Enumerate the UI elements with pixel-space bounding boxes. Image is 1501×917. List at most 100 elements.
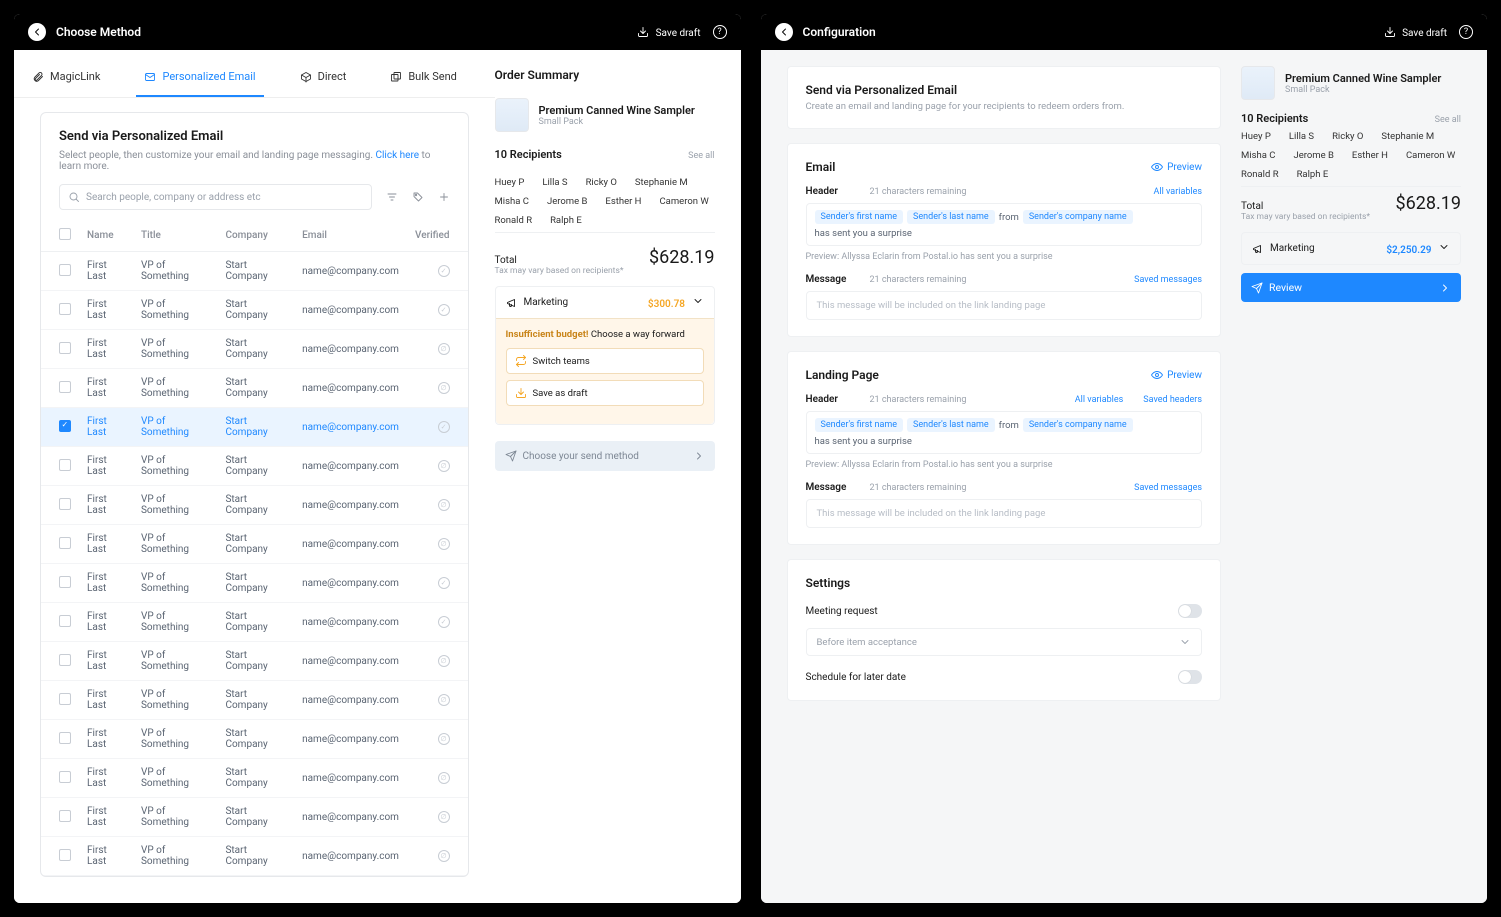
see-all-link[interactable]: See all <box>1435 115 1461 125</box>
account-selector[interactable]: Marketing $300.78 <box>496 287 714 318</box>
row-checkbox[interactable] <box>59 810 71 822</box>
row-checkbox[interactable] <box>59 615 71 627</box>
row-checkbox[interactable] <box>59 264 71 276</box>
table-row[interactable]: First LastVP of SomethingStart Companyna… <box>41 369 468 408</box>
landing-preview-link[interactable]: Preview <box>1151 369 1202 381</box>
saved-headers-link[interactable]: Saved headers <box>1143 395 1202 405</box>
table-row[interactable]: First LastVP of SomethingStart Companyna… <box>41 447 468 486</box>
tab-bulk-send[interactable]: Bulk Send <box>382 60 465 97</box>
row-checkbox[interactable] <box>59 420 71 432</box>
review-button[interactable]: Review <box>1241 273 1461 302</box>
before-acceptance-select[interactable]: Before item acceptance <box>806 628 1203 656</box>
col-company[interactable]: Company <box>217 220 294 252</box>
recipient-chip[interactable]: Stephanie M <box>635 177 688 188</box>
recipient-chip[interactable]: Cameron W <box>659 196 708 207</box>
row-checkbox[interactable] <box>59 303 71 315</box>
token[interactable]: Sender's first name <box>815 210 904 224</box>
token[interactable]: Sender's company name <box>1023 210 1133 224</box>
table-row[interactable]: First LastVP of SomethingStart Companyna… <box>41 564 468 603</box>
token[interactable]: Sender's company name <box>1023 418 1133 432</box>
row-checkbox[interactable] <box>59 771 71 783</box>
row-checkbox[interactable] <box>59 537 71 549</box>
meeting-request-toggle[interactable] <box>1178 604 1202 618</box>
table-row[interactable]: First LastVP of SomethingStart Companyna… <box>41 291 468 330</box>
recipient-chip[interactable]: Ricky O <box>586 177 617 188</box>
tab-direct[interactable]: Direct <box>292 60 355 97</box>
search-input[interactable]: Search people, company or address etc <box>59 184 372 210</box>
account-selector[interactable]: Marketing $2,250.29 <box>1242 233 1460 264</box>
schedule-toggle[interactable] <box>1178 670 1202 684</box>
recipient-chip[interactable]: Cameron W <box>1406 150 1455 161</box>
col-name[interactable]: Name <box>79 220 133 252</box>
row-checkbox[interactable] <box>59 498 71 510</box>
recipient-chip[interactable]: Ralph E <box>550 215 582 226</box>
landing-header-input[interactable]: Sender's first name Sender's last name f… <box>806 411 1203 454</box>
see-all-link[interactable]: See all <box>688 151 714 161</box>
recipient-chip[interactable]: Ronald R <box>1241 169 1279 180</box>
recipient-chip[interactable]: Lilla S <box>1289 131 1314 142</box>
recipient-chip[interactable]: Misha C <box>495 196 529 207</box>
recipient-chip[interactable]: Jerome B <box>547 196 587 207</box>
table-row[interactable]: First LastVP of SomethingStart Companyna… <box>41 408 468 447</box>
table-row[interactable]: First LastVP of SomethingStart Companyna… <box>41 837 468 876</box>
save-draft-button[interactable]: Save draft <box>1384 26 1447 39</box>
table-row[interactable]: First LastVP of SomethingStart Companyna… <box>41 642 468 681</box>
recipient-chip[interactable]: Ralph E <box>1297 169 1329 180</box>
table-row[interactable]: First LastVP of SomethingStart Companyna… <box>41 798 468 837</box>
help-icon[interactable]: ? <box>713 25 727 39</box>
switch-teams-option[interactable]: Switch teams <box>506 348 704 374</box>
help-icon[interactable]: ? <box>1459 25 1473 39</box>
back-button[interactable] <box>28 23 46 41</box>
select-all-checkbox[interactable] <box>59 228 71 240</box>
learn-more-link[interactable]: Click here <box>375 150 419 161</box>
email-message-input[interactable]: This message will be included on the lin… <box>806 291 1203 320</box>
saved-messages-link[interactable]: Saved messages <box>1134 483 1202 493</box>
recipient-chip[interactable]: Esther H <box>605 196 641 207</box>
col-title[interactable]: Title <box>133 220 218 252</box>
back-button[interactable] <box>775 23 793 41</box>
row-checkbox[interactable] <box>59 576 71 588</box>
tag-icon[interactable] <box>412 191 424 203</box>
table-row[interactable]: First LastVP of SomethingStart Companyna… <box>41 330 468 369</box>
choose-send-method-button[interactable]: Choose your send method <box>495 441 715 471</box>
row-checkbox[interactable] <box>59 693 71 705</box>
token[interactable]: Sender's last name <box>907 210 995 224</box>
row-checkbox[interactable] <box>59 732 71 744</box>
row-checkbox[interactable] <box>59 654 71 666</box>
table-row[interactable]: First LastVP of SomethingStart Companyna… <box>41 252 468 291</box>
recipient-chip[interactable]: Ricky O <box>1332 131 1363 142</box>
all-variables-link[interactable]: All variables <box>1154 187 1202 197</box>
recipient-chip[interactable]: Jerome B <box>1293 150 1333 161</box>
row-checkbox[interactable] <box>59 381 71 393</box>
recipient-chip[interactable]: Huey P <box>1241 131 1271 142</box>
row-checkbox[interactable] <box>59 342 71 354</box>
token[interactable]: Sender's last name <box>907 418 995 432</box>
filter-icon[interactable] <box>386 191 398 203</box>
token[interactable]: Sender's first name <box>815 418 904 432</box>
tab-magiclink[interactable]: MagicLink <box>24 60 108 97</box>
col-email[interactable]: Email <box>294 220 407 252</box>
email-header-input[interactable]: Sender's first name Sender's last name f… <box>806 203 1203 246</box>
recipient-chip[interactable]: Lilla S <box>542 177 567 188</box>
row-checkbox[interactable] <box>59 849 71 861</box>
save-draft-button[interactable]: Save draft <box>637 26 700 39</box>
table-row[interactable]: First LastVP of SomethingStart Companyna… <box>41 603 468 642</box>
table-row[interactable]: First LastVP of SomethingStart Companyna… <box>41 525 468 564</box>
recipient-chip[interactable]: Huey P <box>495 177 525 188</box>
recipient-chip[interactable]: Ronald R <box>495 215 533 226</box>
col-verified[interactable]: Verified <box>407 220 468 252</box>
recipient-chip[interactable]: Esther H <box>1352 150 1388 161</box>
recipient-chip[interactable]: Stephanie M <box>1381 131 1434 142</box>
saved-messages-link[interactable]: Saved messages <box>1134 275 1202 285</box>
recipient-chip[interactable]: Misha C <box>1241 150 1275 161</box>
add-icon[interactable] <box>438 191 450 203</box>
email-preview-link[interactable]: Preview <box>1151 161 1202 173</box>
landing-message-input[interactable]: This message will be included on the lin… <box>806 499 1203 528</box>
table-row[interactable]: First LastVP of SomethingStart Companyna… <box>41 486 468 525</box>
all-variables-link[interactable]: All variables <box>1075 395 1123 405</box>
table-row[interactable]: First LastVP of SomethingStart Companyna… <box>41 681 468 720</box>
tab-personalized-email[interactable]: Personalized Email <box>136 60 263 97</box>
row-checkbox[interactable] <box>59 459 71 471</box>
table-row[interactable]: First LastVP of SomethingStart Companyna… <box>41 720 468 759</box>
save-draft-option[interactable]: Save as draft <box>506 380 704 406</box>
